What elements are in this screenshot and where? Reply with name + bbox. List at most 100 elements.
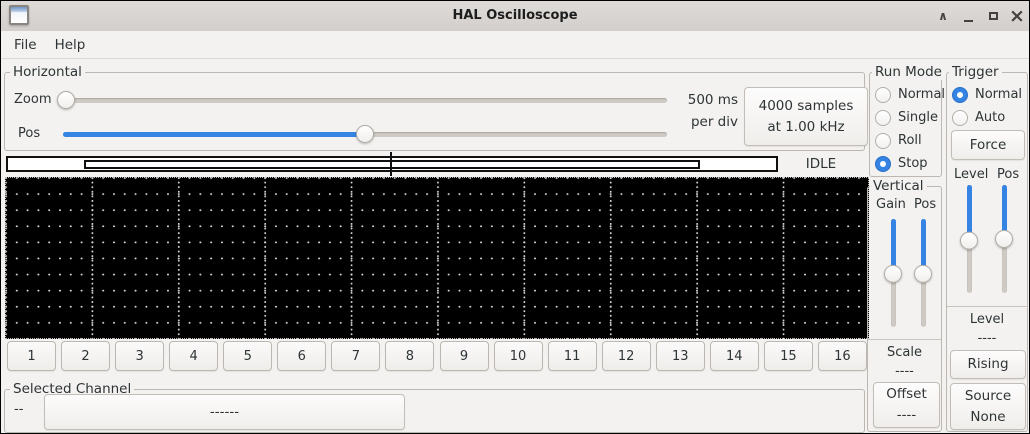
trigger-frame: Trigger Normal Auto Force Level Pos Leve… <box>946 72 1028 432</box>
close-button[interactable]: × <box>1005 1 1029 31</box>
offset-button-line2: ---- <box>897 405 917 426</box>
trigger-level-slider[interactable] <box>960 185 978 293</box>
pos-slider-thumb[interactable] <box>356 125 374 143</box>
runmode-radio-single[interactable] <box>875 110 891 126</box>
horizontal-pos-slider[interactable] <box>63 125 667 143</box>
hal-oscilloscope-window: HAL Oscilloscope ∧ × File Help Horizonta… <box>0 0 1030 434</box>
horizontal-frame-label: Horizontal <box>10 64 85 80</box>
channel-button-1[interactable]: 1 <box>7 341 56 371</box>
record-status: IDLE <box>781 155 861 173</box>
trigger-level-column-label: Level <box>954 167 988 182</box>
channel-button-14[interactable]: 14 <box>710 341 759 371</box>
menu-item-help[interactable]: Help <box>55 37 86 53</box>
run-mode-frame-label: Run Mode <box>872 64 945 80</box>
minimize-button[interactable] <box>956 1 980 31</box>
trigger-pos-thumb[interactable] <box>995 230 1013 248</box>
channel-button-4[interactable]: 4 <box>169 341 218 371</box>
trigger-option-auto[interactable]: Auto <box>952 109 1005 126</box>
zoom-slider-track[interactable] <box>57 98 667 103</box>
channel-button-16[interactable]: 16 <box>818 341 867 371</box>
trigger-label-normal: Normal <box>975 87 1022 102</box>
samples-line1: 4000 samples <box>759 96 854 117</box>
channel-button-7[interactable]: 7 <box>331 341 380 371</box>
record-window-bar <box>84 160 700 169</box>
trigger-radio-normal[interactable] <box>952 87 968 103</box>
vertical-pos-column-label: Pos <box>914 197 936 212</box>
maximize-button[interactable] <box>981 1 1005 31</box>
trigger-radio-auto[interactable] <box>952 110 968 126</box>
channel-button-row: 1 2 3 4 5 6 7 8 9 10 11 12 13 14 15 16 <box>7 341 867 371</box>
minimize-icon <box>964 20 973 22</box>
channel-button-10[interactable]: 10 <box>494 341 543 371</box>
gain-column-label: Gain <box>876 197 906 212</box>
menubar: File Help <box>1 31 1029 59</box>
channel-button-12[interactable]: 12 <box>602 341 651 371</box>
source-button-line1: Source <box>965 386 1011 407</box>
samples-line2: at 1.00 kHz <box>767 117 844 138</box>
source-button[interactable]: Source None <box>950 383 1026 430</box>
shade-button[interactable]: ∧ <box>931 1 955 31</box>
trigger-level-thumb[interactable] <box>960 232 978 250</box>
gain-slider-thumb[interactable] <box>884 265 902 283</box>
runmode-option-stop[interactable]: Stop <box>875 155 928 172</box>
selected-channel-value: -- <box>14 402 23 417</box>
scale-label: Scale <box>868 345 941 360</box>
vertical-frame: Vertical Gain Pos Scale ---- Offset ---- <box>867 186 942 432</box>
zoom-slider[interactable] <box>57 91 667 109</box>
runmode-label-stop: Stop <box>898 156 928 171</box>
trigger-option-normal[interactable]: Normal <box>952 86 1022 103</box>
source-button-line2: None <box>970 407 1005 428</box>
channel-button-9[interactable]: 9 <box>440 341 489 371</box>
channel-button-3[interactable]: 3 <box>115 341 164 371</box>
vertical-frame-label: Vertical <box>870 178 927 194</box>
force-button-label: Force <box>970 135 1007 156</box>
level-readout-label: Level <box>947 312 1027 327</box>
channel-button-2[interactable]: 2 <box>61 341 110 371</box>
maximize-icon <box>989 12 998 20</box>
menu-item-file[interactable]: File <box>14 37 37 53</box>
vertical-pos-slider[interactable] <box>914 219 932 327</box>
vertical-gain-slider[interactable] <box>884 219 902 327</box>
channel-button-13[interactable]: 13 <box>656 341 705 371</box>
scope-display-area[interactable] <box>5 177 869 339</box>
runmode-label-roll: Roll <box>898 133 922 148</box>
channel-button-11[interactable]: 11 <box>548 341 597 371</box>
vertical-separator <box>868 339 941 340</box>
horizontal-frame: Horizontal Zoom Pos 500 ms per div 4000 … <box>4 72 865 151</box>
zoom-slider-thumb[interactable] <box>57 91 75 109</box>
trigger-pos-column-label: Pos <box>997 167 1019 182</box>
selected-channel-frame: Selected Channel -- ------ <box>4 389 865 433</box>
offset-button-line1: Offset <box>886 384 927 405</box>
runmode-option-single[interactable]: Single <box>875 109 938 126</box>
time-per-div-line2: per div <box>605 111 738 133</box>
runmode-option-normal[interactable]: Normal <box>875 86 945 103</box>
level-readout-value: ---- <box>947 331 1027 346</box>
runmode-option-roll[interactable]: Roll <box>875 132 922 149</box>
window-titlebar: HAL Oscilloscope ∧ × <box>1 1 1029 32</box>
samples-button[interactable]: 4000 samples at 1.00 kHz <box>744 87 868 146</box>
rising-button[interactable]: Rising <box>950 350 1026 379</box>
force-button[interactable]: Force <box>951 130 1025 160</box>
close-icon: × <box>1009 7 1025 26</box>
pos-slider-fill <box>63 132 365 137</box>
channel-button-15[interactable]: 15 <box>764 341 813 371</box>
channel-button-6[interactable]: 6 <box>277 341 326 371</box>
trigger-label-auto: Auto <box>975 110 1005 125</box>
channel-button-8[interactable]: 8 <box>385 341 434 371</box>
runmode-label-single: Single <box>898 110 938 125</box>
runmode-radio-roll[interactable] <box>875 133 891 149</box>
time-per-div-line1: 500 ms <box>605 89 738 111</box>
channel-button-5[interactable]: 5 <box>223 341 272 371</box>
run-mode-frame: Run Mode Normal Single Roll Stop <box>869 72 942 177</box>
vpos-slider-thumb[interactable] <box>914 265 932 283</box>
scale-value: ---- <box>868 364 941 379</box>
runmode-radio-normal[interactable] <box>875 87 891 103</box>
channel-name-button[interactable]: ------ <box>44 394 405 430</box>
shade-icon: ∧ <box>938 10 948 22</box>
channel-name-label: ------ <box>210 402 239 423</box>
rising-button-label: Rising <box>967 354 1008 375</box>
trigger-pos-slider[interactable] <box>995 185 1013 293</box>
runmode-radio-stop[interactable] <box>875 156 891 172</box>
horizontal-pos-label: Pos <box>18 126 40 141</box>
offset-button[interactable]: Offset ---- <box>873 382 940 428</box>
